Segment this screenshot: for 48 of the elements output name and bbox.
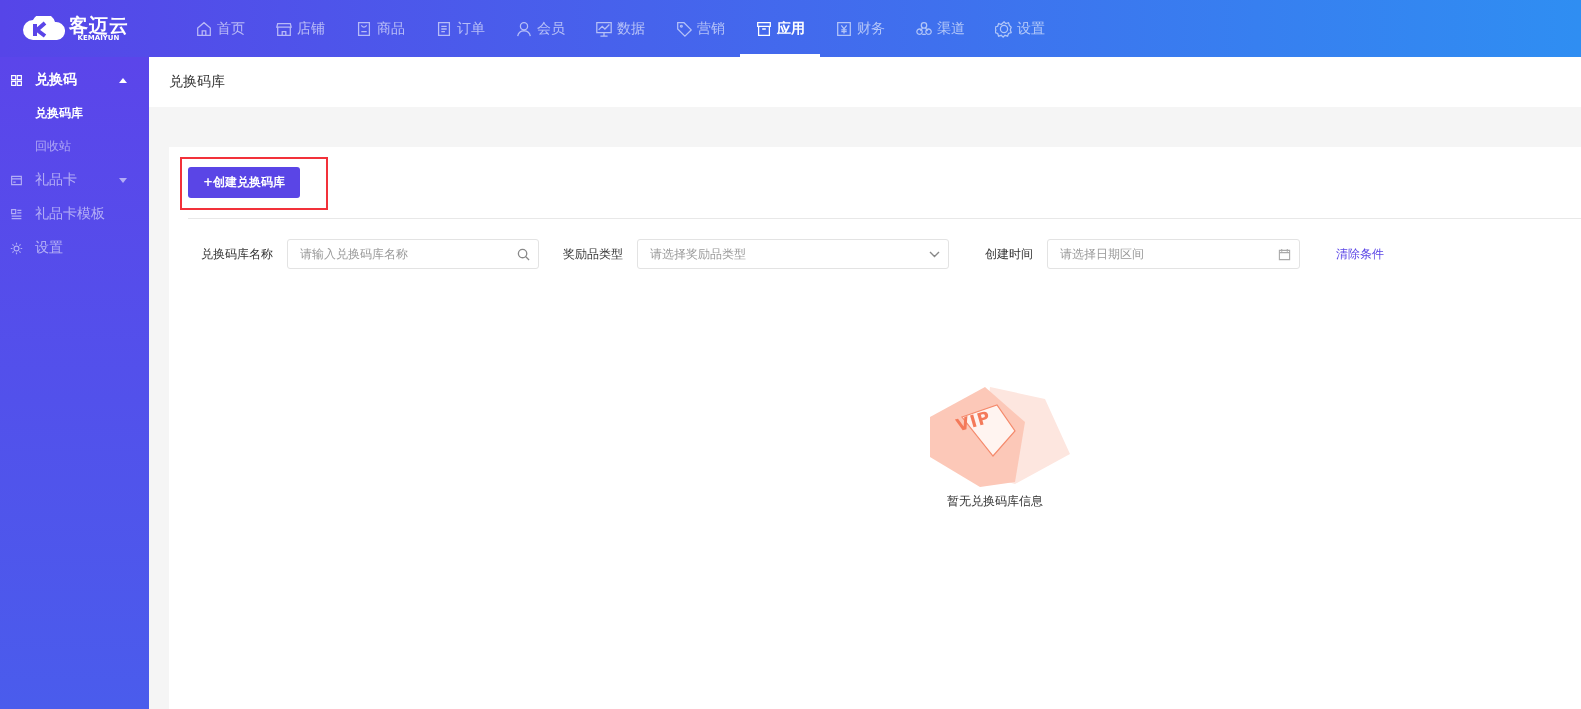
create-button[interactable]: +创建兑换码库 <box>188 167 300 198</box>
nav-tab[interactable]: 财务 <box>820 0 900 57</box>
sidebar-item-icon <box>10 73 23 87</box>
sidebar-subitem[interactable]: 回收站 <box>0 130 149 163</box>
nav-tab[interactable]: 商品 <box>340 0 420 57</box>
logo-name: 客迈云 <box>68 15 129 35</box>
sidebar-item[interactable]: 设置 <box>0 231 149 265</box>
sidebar-item-icon <box>10 207 23 221</box>
nav-tab-icon <box>675 19 693 38</box>
caret-icon <box>119 177 127 183</box>
nav-tab-icon <box>355 19 373 38</box>
sidebar-item-icon <box>10 241 23 255</box>
nav-tab[interactable]: 渠道 <box>900 0 980 57</box>
search-field[interactable]: 请输入兑换码库名称 <box>287 239 539 269</box>
caret-icon <box>119 77 127 83</box>
nav-tab-icon <box>995 19 1013 38</box>
sidebar-item-icon <box>10 173 23 187</box>
sidebar-item[interactable]: 礼品卡模板 <box>0 197 149 231</box>
nav-tab[interactable]: 设置 <box>980 0 1060 57</box>
nav-tab[interactable]: 会员 <box>500 0 580 57</box>
page-title: 兑换码库 <box>169 73 225 91</box>
nav-tab-icon <box>515 19 533 38</box>
date-field[interactable]: 请选择日期区间 <box>1047 239 1300 269</box>
vip-badge-text: VIP <box>953 406 994 436</box>
nav-tab[interactable]: 首页 <box>180 0 260 57</box>
nav-tab-icon <box>915 19 933 38</box>
clear-filters-link[interactable]: 清除条件 <box>1336 245 1384 263</box>
filter-label: 奖励品类型 <box>563 245 623 263</box>
nav-tab[interactable]: 营销 <box>660 0 740 57</box>
search-icon <box>517 247 530 261</box>
sidebar-item[interactable]: 礼品卡 <box>0 163 149 197</box>
select-field[interactable]: 请选择奖励品类型 <box>637 239 949 269</box>
chevron-down-icon <box>929 250 940 258</box>
nav-tab[interactable]: 数据 <box>580 0 660 57</box>
filter-label: 兑换码库名称 <box>201 245 273 263</box>
nav-tab-icon <box>755 19 773 38</box>
empty-state-message: 暂无兑换码库信息 <box>947 493 1043 510</box>
sidebar-subitem[interactable]: 兑换码库 <box>0 97 149 130</box>
nav-tab-icon <box>435 19 453 38</box>
nav-tab-icon <box>835 19 853 38</box>
calendar-icon <box>1278 247 1291 261</box>
filter-label: 创建时间 <box>985 245 1033 263</box>
nav-tab[interactable]: 订单 <box>420 0 500 57</box>
nav-tab[interactable]: 店铺 <box>260 0 340 57</box>
sidebar-item[interactable]: 兑换码 <box>0 63 149 97</box>
nav-tab-icon <box>595 19 613 38</box>
nav-tab-icon <box>195 19 213 38</box>
cloud-logo-icon <box>20 15 67 42</box>
